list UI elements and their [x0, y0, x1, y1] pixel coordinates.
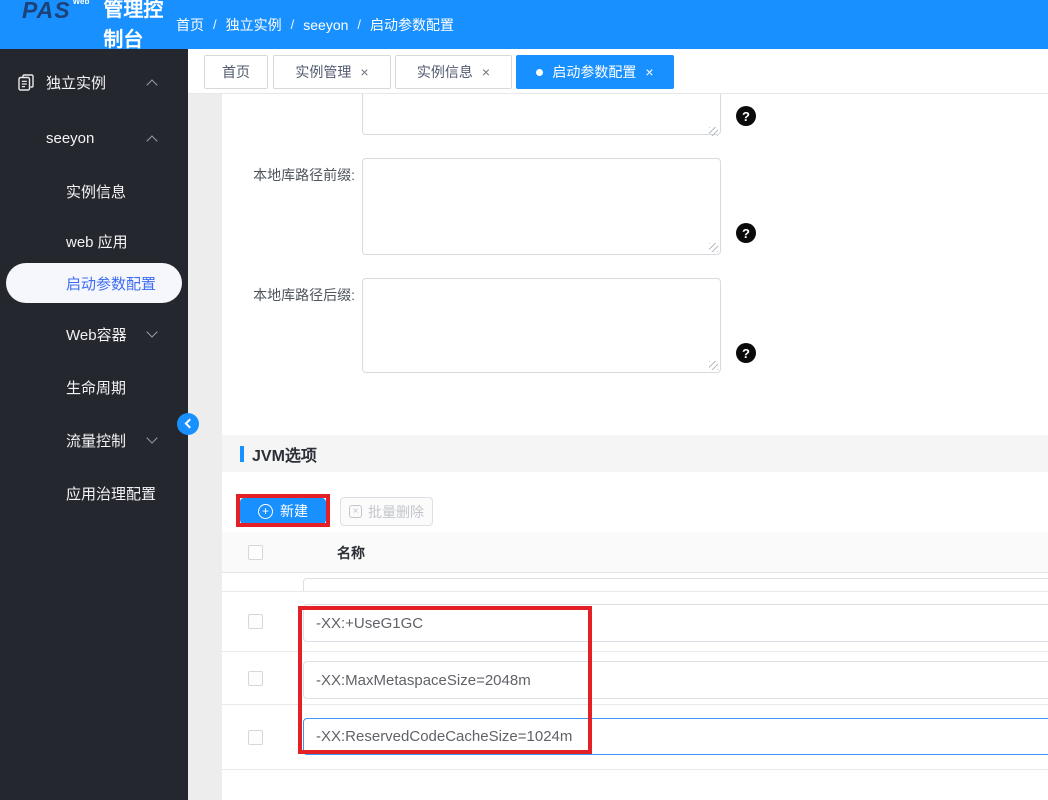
local-lib-path-prefix-textarea[interactable] — [362, 158, 721, 255]
close-icon[interactable]: × — [645, 65, 653, 79]
chevron-left-icon — [184, 418, 195, 429]
breadcrumb-item-instances[interactable]: 独立实例 — [226, 15, 282, 35]
sidebar-item-app-governance[interactable]: 应用治理配置 — [0, 479, 188, 507]
sidebar-item-web-app[interactable]: web 应用 — [0, 227, 188, 255]
sidebar-item-lifecycle[interactable]: 生命周期 — [0, 373, 188, 401]
jvm-option-input-focused[interactable] — [303, 718, 1048, 755]
main-area: 首页 实例管理 × 实例信息 × 启动参数配置 × ? 本地库路径前缀: ? 本… — [188, 49, 1048, 800]
tab-label: 实例管理 — [295, 64, 352, 80]
tab-label: 实例信息 — [416, 64, 473, 80]
new-button[interactable]: + 新建 — [240, 498, 326, 524]
tab-startup-params[interactable]: 启动参数配置 × — [516, 55, 674, 89]
help-icon[interactable]: ? — [736, 223, 756, 243]
breadcrumb: 首页 / 独立实例 / seeyon / 启动参数配置 — [176, 15, 454, 35]
sidebar-item-label: 生命周期 — [66, 379, 127, 397]
jvm-option-input[interactable] — [303, 661, 1048, 699]
close-icon[interactable]: × — [360, 65, 368, 79]
close-icon[interactable]: × — [482, 65, 490, 79]
textarea-resize-handle[interactable] — [709, 127, 718, 136]
breadcrumb-item-current: 启动参数配置 — [370, 16, 455, 33]
sidebar-item-label: 实例信息 — [66, 183, 127, 201]
table-header: 名称 — [222, 532, 1048, 573]
tab-home[interactable]: 首页 — [204, 55, 268, 89]
jvm-option-input-partial[interactable] — [303, 578, 1048, 591]
tab-label: 首页 — [222, 64, 250, 80]
row-checkbox[interactable] — [248, 614, 263, 629]
sidebar-item-label: seeyon — [46, 129, 95, 147]
documents-icon — [17, 73, 36, 96]
sidebar-item-startup-params[interactable]: 启动参数配置 — [6, 263, 182, 303]
active-tab-dot — [536, 68, 544, 76]
sidebar-item-label: web 应用 — [66, 233, 128, 251]
sidebar-item-label: 独立实例 — [46, 74, 107, 92]
tab-label: 启动参数配置 — [552, 64, 637, 80]
breadcrumb-item-seeyon[interactable]: seeyon — [303, 17, 348, 33]
logo: PAS Web 管理控制台 — [0, 0, 166, 55]
chevron-up-icon — [146, 79, 158, 91]
logo-superscript: Web — [72, 0, 90, 6]
jvm-options-section-header: JVM选项 — [222, 435, 1048, 472]
app-root: PAS Web 管理控制台 首页 / 独立实例 / seeyon / 启动参数配… — [0, 0, 1048, 800]
breadcrumb-separator: / — [357, 17, 362, 32]
jvm-option-input[interactable] — [303, 604, 1048, 642]
local-lib-path-suffix-label: 本地库路径后缀: — [253, 287, 355, 303]
sidebar-item-web-container[interactable]: Web容器 — [0, 320, 188, 348]
local-lib-path-prefix-label: 本地库路径前缀: — [253, 167, 355, 183]
help-icon[interactable]: ? — [736, 343, 756, 363]
sidebar-item-instance-info[interactable]: 实例信息 — [0, 177, 188, 205]
column-header-name: 名称 — [337, 545, 365, 561]
table-row-partial — [222, 573, 1048, 592]
table-row — [222, 705, 1048, 770]
chevron-down-icon — [146, 432, 158, 444]
breadcrumb-separator: / — [213, 17, 217, 32]
app-header: PAS Web 管理控制台 首页 / 独立实例 / seeyon / 启动参数配… — [0, 0, 1048, 51]
top-partial-textarea[interactable] — [362, 94, 721, 135]
section-title: JVM选项 — [252, 447, 317, 465]
batch-delete-button[interactable]: × 批量删除 — [340, 497, 433, 526]
sidebar-item-label: 流量控制 — [66, 432, 127, 450]
sidebar-item-label: 应用治理配置 — [66, 485, 157, 503]
local-lib-path-suffix-textarea[interactable] — [362, 278, 721, 373]
logo-text: PAS — [22, 0, 71, 23]
table-row — [222, 652, 1048, 705]
tab-instance-info[interactable]: 实例信息 × — [395, 55, 512, 89]
new-button-label: 新建 — [280, 503, 308, 519]
table-row — [222, 592, 1048, 652]
sidebar-collapse-button[interactable] — [177, 413, 199, 435]
tab-instance-management[interactable]: 实例管理 × — [273, 55, 391, 89]
section-accent-bar — [240, 445, 244, 462]
batch-delete-label: 批量删除 — [368, 503, 424, 520]
content-area: ? 本地库路径前缀: ? 本地库路径后缀: ? JVM选项 + 新建 × 批量删… — [188, 94, 1048, 800]
sidebar: 独立实例 seeyon 实例信息 web 应用 启动参数配置 Web容器 生命周… — [0, 49, 188, 800]
textarea-resize-handle[interactable] — [709, 243, 718, 252]
chevron-up-icon — [146, 135, 158, 147]
breadcrumb-separator: / — [290, 17, 295, 32]
plus-circle-icon: + — [258, 503, 273, 519]
row-checkbox[interactable] — [248, 671, 263, 686]
sidebar-item-traffic-control[interactable]: 流量控制 — [0, 426, 188, 454]
sidebar-item-label: Web容器 — [66, 326, 127, 344]
select-all-checkbox[interactable] — [248, 545, 263, 560]
sidebar-item-standalone-instance[interactable]: 独立实例 — [0, 68, 188, 96]
breadcrumb-item-home[interactable]: 首页 — [176, 15, 204, 35]
sidebar-item-seeyon[interactable]: seeyon — [0, 124, 188, 152]
delete-square-icon: × — [349, 505, 362, 518]
tab-bar: 首页 实例管理 × 实例信息 × 启动参数配置 × — [188, 49, 1048, 94]
help-icon[interactable]: ? — [736, 106, 756, 126]
chevron-down-icon — [146, 326, 158, 338]
app-title: 管理控制台 — [103, 0, 164, 51]
row-checkbox[interactable] — [248, 730, 263, 745]
textarea-resize-handle[interactable] — [709, 361, 718, 370]
sidebar-item-label: 启动参数配置 — [66, 275, 157, 293]
